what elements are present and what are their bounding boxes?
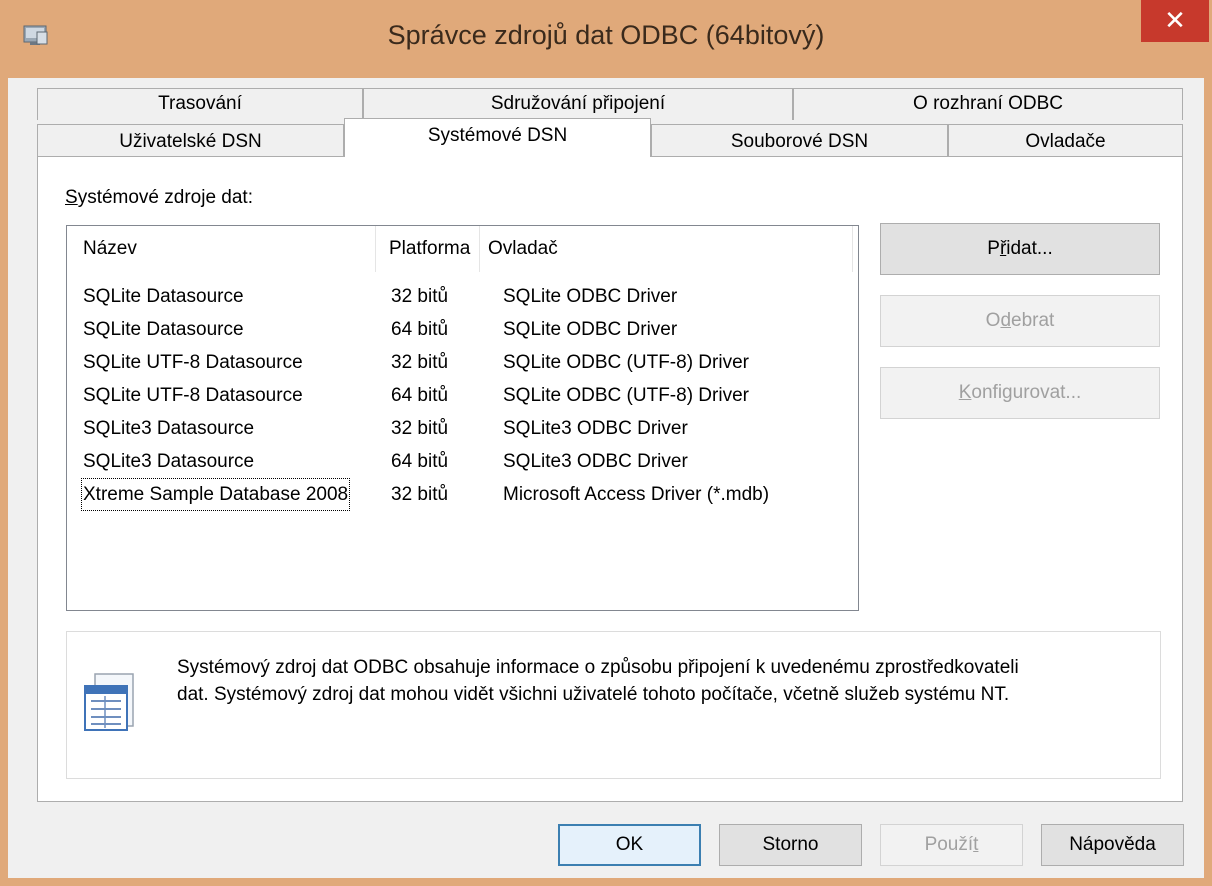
dialog-client-area: Trasování Sdružování připojení O rozhran…: [8, 78, 1204, 878]
tab-label: O rozhraní ODBC: [913, 93, 1063, 114]
tab-sdruzovani-pripojeni[interactable]: Sdružování připojení: [363, 88, 793, 120]
column-header-name[interactable]: Název: [67, 226, 376, 272]
help-button[interactable]: Nápověda: [1041, 824, 1184, 866]
accel-key: S: [65, 187, 78, 208]
close-button[interactable]: ✕: [1141, 0, 1209, 42]
tab-systemove-dsn[interactable]: Systémové DSN: [344, 118, 651, 157]
list-item[interactable]: SQLite Datasource 64 bitů SQLite ODBC Dr…: [67, 313, 858, 346]
dsn-platform: 64 bitů: [391, 451, 449, 472]
button-label: OK: [615, 834, 644, 855]
ok-button[interactable]: OK: [558, 824, 701, 866]
remove-button[interactable]: Odebrat: [880, 295, 1160, 347]
list-item-focused[interactable]: Xtreme Sample Database 2008 32 bitů Micr…: [67, 478, 858, 511]
button-label-post: ebrat: [1011, 310, 1055, 331]
tab-label: Systémové DSN: [427, 125, 568, 146]
dsn-platform: 32 bitů: [391, 484, 449, 505]
list-header: Název Platforma Ovladač: [67, 226, 858, 272]
odbc-admin-window: Správce zdrojů dat ODBC (64bitový) ✕ Tra…: [0, 0, 1212, 886]
data-source-list[interactable]: Název Platforma Ovladač SQLite Datasourc…: [66, 225, 859, 611]
button-label-pre: P: [987, 238, 1000, 259]
dsn-driver: SQLite ODBC Driver: [503, 319, 678, 340]
tab-o-rozhrani-odbc[interactable]: O rozhraní ODBC: [793, 88, 1183, 120]
tab-ovladace[interactable]: Ovladače: [948, 124, 1183, 157]
list-item[interactable]: SQLite UTF-8 Datasource 64 bitů SQLite O…: [67, 379, 858, 412]
title-bar[interactable]: Správce zdrojů dat ODBC (64bitový) ✕: [0, 0, 1212, 78]
dsn-name: SQLite Datasource: [83, 286, 244, 307]
info-text: Systémový zdroj dat ODBC obsahuje inform…: [177, 654, 1137, 708]
button-label-pre: O: [985, 310, 1001, 331]
accel-key: K: [958, 382, 972, 403]
dsn-name: SQLite3 Datasource: [83, 451, 255, 472]
tab-souborove-dsn[interactable]: Souborové DSN: [651, 124, 948, 157]
system-dsn-panel: Systémové zdroje dat: Název Platforma Ov…: [37, 156, 1183, 802]
dsn-name: SQLite3 Datasource: [83, 418, 255, 439]
tab-label: Uživatelské DSN: [119, 131, 262, 152]
dsn-name: Xtreme Sample Database 2008: [81, 478, 351, 511]
dsn-driver: SQLite3 ODBC Driver: [503, 418, 688, 439]
system-data-sources-label: Systémové zdroje dat:: [65, 187, 253, 209]
dsn-platform: 64 bitů: [391, 319, 449, 340]
window-title: Správce zdrojů dat ODBC (64bitový): [387, 20, 825, 50]
close-icon: ✕: [1164, 5, 1186, 35]
dsn-name: SQLite UTF-8 Datasource: [83, 352, 303, 373]
data-source-icon: [84, 673, 134, 731]
column-header-platform[interactable]: Platforma: [376, 226, 480, 272]
dsn-driver: SQLite3 ODBC Driver: [503, 451, 688, 472]
label-rest: ystémové zdroje dat:: [77, 187, 253, 208]
list-item[interactable]: SQLite3 Datasource 64 bitů SQLite3 ODBC …: [67, 445, 858, 478]
dsn-driver: SQLite ODBC Driver: [503, 286, 678, 307]
list-item[interactable]: SQLite Datasource 32 bitů SQLite ODBC Dr…: [67, 280, 858, 313]
tab-trasovani[interactable]: Trasování: [37, 88, 363, 120]
tab-label: Sdružování připojení: [490, 93, 666, 114]
dsn-name: SQLite Datasource: [83, 319, 244, 340]
list-item[interactable]: SQLite3 Datasource 32 bitů SQLite3 ODBC …: [67, 412, 858, 445]
dsn-platform: 32 bitů: [391, 352, 449, 373]
apply-button[interactable]: Použít: [880, 824, 1023, 866]
button-label: Nápověda: [1069, 834, 1156, 855]
dsn-driver: Microsoft Access Driver (*.mdb): [503, 484, 770, 505]
accel-key: t: [973, 834, 979, 855]
button-label-post: idat...: [1006, 238, 1053, 259]
dsn-platform: 32 bitů: [391, 418, 449, 439]
button-label: Storno: [762, 834, 819, 855]
tab-uzivatelske-dsn[interactable]: Uživatelské DSN: [37, 124, 344, 157]
button-label-pre: Použí: [924, 834, 974, 855]
accel-key: d: [1000, 310, 1012, 331]
dsn-platform: 64 bitů: [391, 385, 449, 406]
info-text-line1: Systémový zdroj dat ODBC obsahuje inform…: [177, 657, 1019, 678]
dsn-driver: SQLite ODBC (UTF-8) Driver: [503, 352, 749, 373]
dsn-name: SQLite UTF-8 Datasource: [83, 385, 303, 406]
column-header-driver[interactable]: Ovladač: [480, 226, 853, 272]
info-text-line2: dat. Systémový zdroj dat mohou vidět vši…: [177, 684, 1010, 705]
tab-label: Trasování: [158, 93, 242, 114]
tab-label: Souborové DSN: [730, 131, 869, 152]
info-box: Systémový zdroj dat ODBC obsahuje inform…: [66, 631, 1161, 779]
configure-button[interactable]: Konfigurovat...: [880, 367, 1160, 419]
dsn-driver: SQLite ODBC (UTF-8) Driver: [503, 385, 749, 406]
add-button[interactable]: Přidat...: [880, 223, 1160, 275]
dsn-platform: 32 bitů: [391, 286, 449, 307]
button-label-post: onfigurovat...: [971, 382, 1082, 403]
list-item[interactable]: SQLite UTF-8 Datasource 32 bitů SQLite O…: [67, 346, 858, 379]
cancel-button[interactable]: Storno: [719, 824, 862, 866]
tab-label: Ovladače: [1025, 131, 1106, 152]
